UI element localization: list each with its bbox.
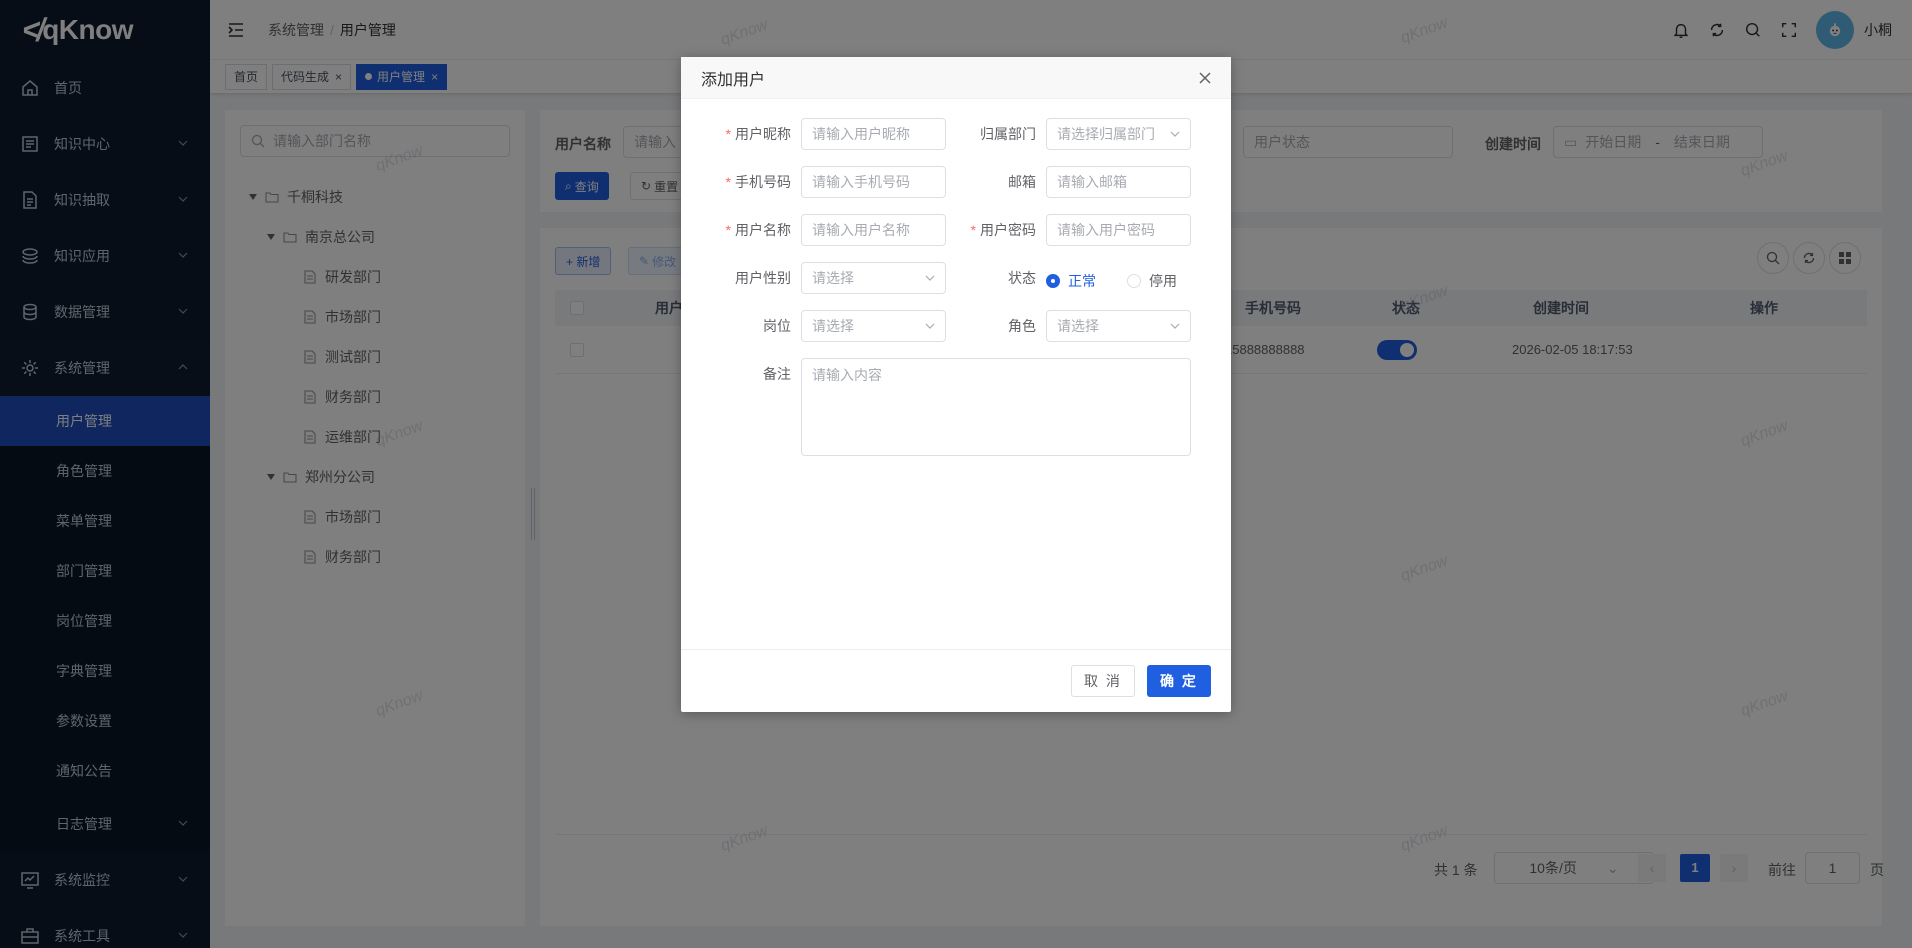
gender-select[interactable]: 请选择: [801, 262, 946, 294]
chevron-down-icon: [1170, 131, 1180, 137]
chevron-down-icon: [925, 275, 935, 281]
label-email: 邮箱: [1008, 174, 1036, 190]
status-radio-normal[interactable]: 正常: [1046, 271, 1096, 291]
role-select[interactable]: 请选择: [1046, 310, 1191, 342]
label-post: 岗位: [763, 318, 791, 334]
dept-select[interactable]: 请选择归属部门: [1046, 118, 1191, 150]
confirm-button[interactable]: 确 定: [1147, 665, 1211, 697]
label-status: 状态: [1008, 270, 1036, 286]
label-password: * 用户密码: [970, 222, 1036, 238]
email-input[interactable]: 请输入邮箱: [1046, 166, 1191, 198]
nickname-input[interactable]: 请输入用户昵称: [801, 118, 946, 150]
cancel-button[interactable]: 取 消: [1071, 665, 1135, 697]
dialog-footer: 取 消 确 定: [681, 649, 1231, 712]
radio-unchecked-icon: [1127, 274, 1141, 288]
status-radio-disabled[interactable]: 停用: [1127, 271, 1177, 291]
chevron-down-icon: [925, 323, 935, 329]
required-marker: *: [725, 222, 731, 238]
label-phone: * 手机号码: [725, 174, 791, 190]
password-input[interactable]: 请输入用户密码: [1046, 214, 1191, 246]
label-role: 角色: [1008, 318, 1036, 334]
label-remark: 备注: [763, 366, 791, 382]
required-marker: *: [725, 126, 731, 142]
label-gender: 用户性别: [735, 270, 791, 286]
remark-textarea[interactable]: 请输入内容: [801, 358, 1191, 456]
dialog-title: 添加用户: [701, 71, 766, 89]
phone-input[interactable]: 请输入手机号码: [801, 166, 946, 198]
label-dept: 归属部门: [980, 126, 1036, 142]
dialog-header: 添加用户: [681, 57, 1231, 99]
chevron-down-icon: [1170, 323, 1180, 329]
required-marker: *: [725, 174, 731, 190]
add-user-dialog: 添加用户 * 用户昵称 请输入用户昵称 归属部门 请选择归属部门 * 手机号码 请输…: [681, 57, 1231, 712]
radio-checked-icon: [1046, 274, 1060, 288]
label-username: * 用户名称: [725, 222, 791, 238]
close-icon[interactable]: [1197, 70, 1213, 86]
label-nickname: * 用户昵称: [725, 126, 791, 142]
post-select[interactable]: 请选择: [801, 310, 946, 342]
username-input[interactable]: 请输入用户名称: [801, 214, 946, 246]
required-marker: *: [970, 222, 976, 238]
